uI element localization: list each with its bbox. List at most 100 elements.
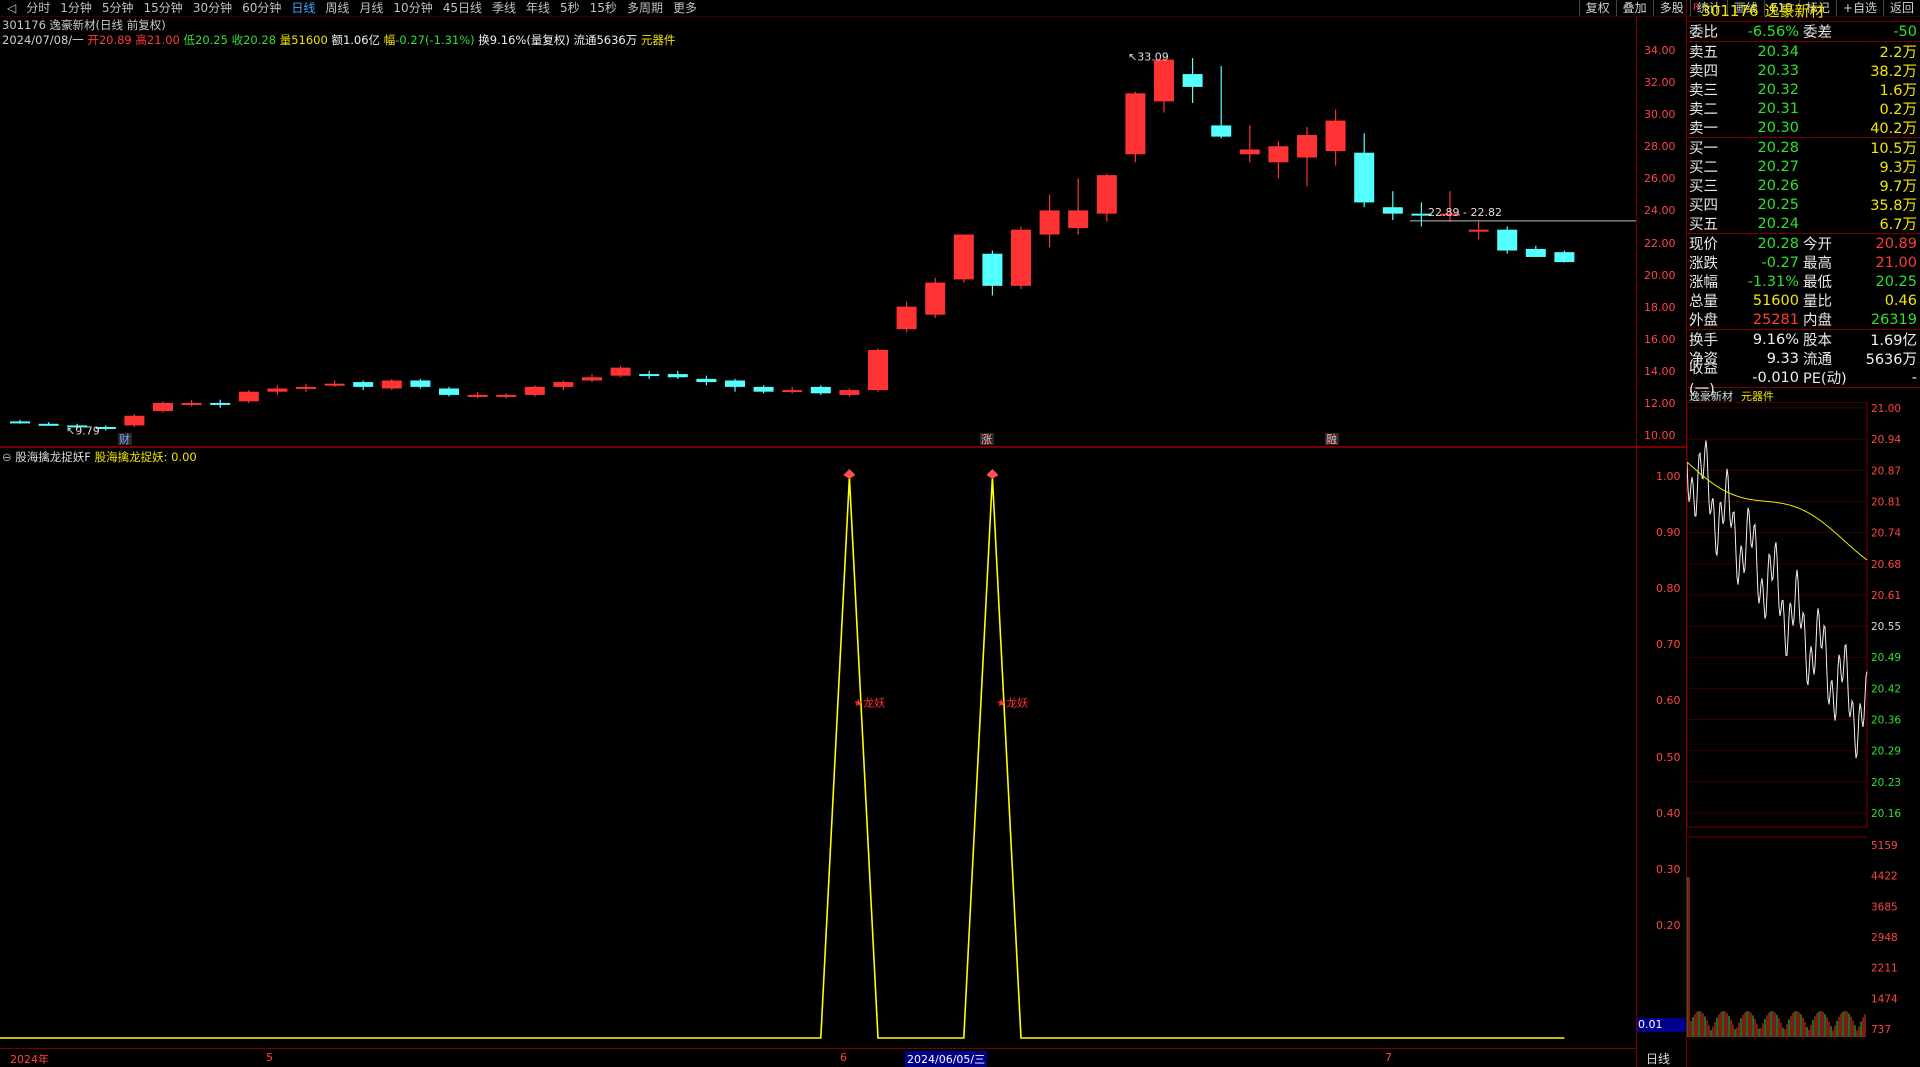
candle-17 <box>496 393 517 399</box>
candle-body-18 <box>524 386 545 395</box>
ask-row-4-label: 卖一 <box>1689 121 1718 137</box>
candlestick-chart[interactable]: 301176 逸豪新材(日线 前复权) 2024/07/08/一 开20.89 … <box>0 17 1636 446</box>
stat2-row-2-label2: PE(动) <box>1803 371 1847 387</box>
candle-body-24 <box>696 378 717 383</box>
tab-14[interactable]: 15秒 <box>585 0 622 16</box>
candle-body-32 <box>925 282 946 315</box>
candle-27 <box>782 386 803 394</box>
stock-name[interactable]: 逸豪新材 <box>1765 0 1825 21</box>
bid-row-4-value2: 6.7万 <box>1879 217 1917 233</box>
mini-price-tick-8: 20.49 <box>1871 652 1901 664</box>
quote-panel: R 301176 逸豪新材 委比 -6.56% 委差 -50 卖五 20.34 2.2万 卖四… <box>1686 0 1920 1067</box>
tab-8[interactable]: 月线 <box>354 0 388 16</box>
candle-body-47 <box>1354 152 1375 203</box>
candle-26 <box>753 385 774 394</box>
toolbar-tool-2[interactable]: 多股 <box>1652 0 1690 16</box>
candle-body-1 <box>38 423 59 426</box>
candle-body-39 <box>1125 93 1146 155</box>
candle-body-48 <box>1382 207 1403 214</box>
ask-row-0: 卖五 20.34 2.2万 <box>1687 42 1920 62</box>
candle-body-21 <box>610 367 631 376</box>
stat-row-3-label: 总量 <box>1689 294 1718 310</box>
tab-13[interactable]: 5秒 <box>555 0 585 16</box>
candle-14 <box>410 378 431 389</box>
toolbar-tool-1[interactable]: 叠加 <box>1615 0 1653 16</box>
bid-row-0-value: 20.28 <box>1757 139 1799 156</box>
tab-9[interactable]: 10分钟 <box>388 0 437 16</box>
signal-label-29: ★龙妖 <box>853 695 885 709</box>
candle-25 <box>725 378 745 392</box>
stat-row-3-value2: 0.46 <box>1884 292 1917 309</box>
tab-15[interactable]: 多周期 <box>622 0 668 16</box>
stat-row-4: 外盘 25281 内盘 26319 <box>1687 310 1920 330</box>
candle-body-10 <box>296 386 316 389</box>
candle-body-30 <box>868 350 888 391</box>
ask-row-2-value: 20.32 <box>1757 81 1799 98</box>
period-label[interactable]: 日线 <box>1646 1050 1670 1067</box>
tab-2[interactable]: 5分钟 <box>97 0 139 16</box>
tab-1[interactable]: 1分钟 <box>55 0 97 16</box>
price-tick-7: 20.00 <box>1644 268 1676 282</box>
weibi-row-value: -6.56% <box>1747 23 1799 40</box>
bid-row-2-label: 买三 <box>1689 179 1718 195</box>
indicator-chart[interactable]: ⊖ 股海擒龙捉妖F 股海擒龙捉妖: 0.00 ★龙妖 ★龙妖 <box>0 449 1636 1047</box>
toolbar-tool-0[interactable]: 复权 <box>1578 0 1616 16</box>
stat-row-0-value: 20.28 <box>1757 235 1799 252</box>
ind-tick-5: 0.50 <box>1656 750 1681 764</box>
candle-41 <box>1182 58 1203 103</box>
event-marker-label-2: 融 <box>1326 433 1337 446</box>
tab-0[interactable]: 分时 <box>21 0 55 16</box>
bid-row-3-value2: 35.8万 <box>1870 198 1917 214</box>
ind-tick-2: 0.80 <box>1656 582 1681 596</box>
tab-16[interactable]: 更多 <box>668 0 702 16</box>
bid-row-2: 买三 20.26 9.7万 <box>1687 176 1920 196</box>
price-tick-6: 22.00 <box>1644 236 1676 250</box>
candle-body-13 <box>381 380 402 389</box>
axis-divider <box>1636 17 1637 1067</box>
pane-divider <box>0 446 1686 448</box>
tab-7[interactable]: 周线 <box>320 0 354 16</box>
candle-22 <box>639 370 660 379</box>
mini-price-tick-9: 20.42 <box>1871 683 1901 695</box>
quote-title: R 301176 逸豪新材 <box>1687 0 1920 22</box>
candle-body-23 <box>667 374 688 378</box>
ind-tick-0: 1.00 <box>1656 470 1681 483</box>
candle-body-37 <box>1068 210 1089 229</box>
candle-37 <box>1068 178 1089 235</box>
stat-row-0-label: 现价 <box>1689 237 1718 253</box>
candle-12 <box>353 380 374 391</box>
tab-4[interactable]: 30分钟 <box>188 0 237 16</box>
mini-price-tick-2: 20.87 <box>1871 465 1901 477</box>
candle-48 <box>1382 191 1403 221</box>
stat-row-1-label2: 最高 <box>1803 256 1832 272</box>
ask-row-3-label: 卖二 <box>1689 102 1718 118</box>
ind-tick-1: 0.90 <box>1656 526 1681 540</box>
price-tick-9: 16.00 <box>1644 332 1676 346</box>
weibi-row-value2: -50 <box>1893 23 1917 40</box>
price-tick-12: 10.00 <box>1644 429 1676 442</box>
tab-11[interactable]: 季线 <box>487 0 521 16</box>
order-book: 委比 -6.56% 委差 -50 卖五 20.34 2.2万 卖四 20.33 38.2万 卖三 20… <box>1687 22 1920 398</box>
tab-6[interactable]: 日线 <box>286 0 320 16</box>
candle-16 <box>467 391 488 399</box>
intraday-minichart[interactable]: 逸豪新材 元器件 21.00 20.94 20.87 20.81 20.74 20.68 20.… <box>1687 388 1920 1037</box>
candle-body-33 <box>953 234 974 280</box>
bid-row-1: 买二 20.27 9.3万 <box>1687 157 1920 177</box>
candle-body-27 <box>782 390 803 393</box>
stat-row-3: 总量 51600 量比 0.46 <box>1687 291 1920 311</box>
price-tick-3: 28.00 <box>1644 140 1676 154</box>
candle-54 <box>1554 250 1575 263</box>
tab-3[interactable]: 15分钟 <box>139 0 188 16</box>
tab-5[interactable]: 60分钟 <box>237 0 286 16</box>
candle-6 <box>181 399 202 407</box>
tab-10[interactable]: 45日线 <box>438 0 487 16</box>
back-arrow-icon[interactable]: ◁ <box>2 0 21 16</box>
stat-row-1: 涨跌 -0.27 最高 21.00 <box>1687 253 1920 273</box>
candle-body-15 <box>439 388 459 395</box>
date-tick-1: 5 <box>266 1051 273 1064</box>
candle-body-28 <box>810 386 831 394</box>
stat-row-3-value: 51600 <box>1752 292 1799 309</box>
tab-12[interactable]: 年线 <box>521 0 555 16</box>
candle-40 <box>1154 56 1174 113</box>
stock-code: 301176 <box>1701 1 1759 20</box>
